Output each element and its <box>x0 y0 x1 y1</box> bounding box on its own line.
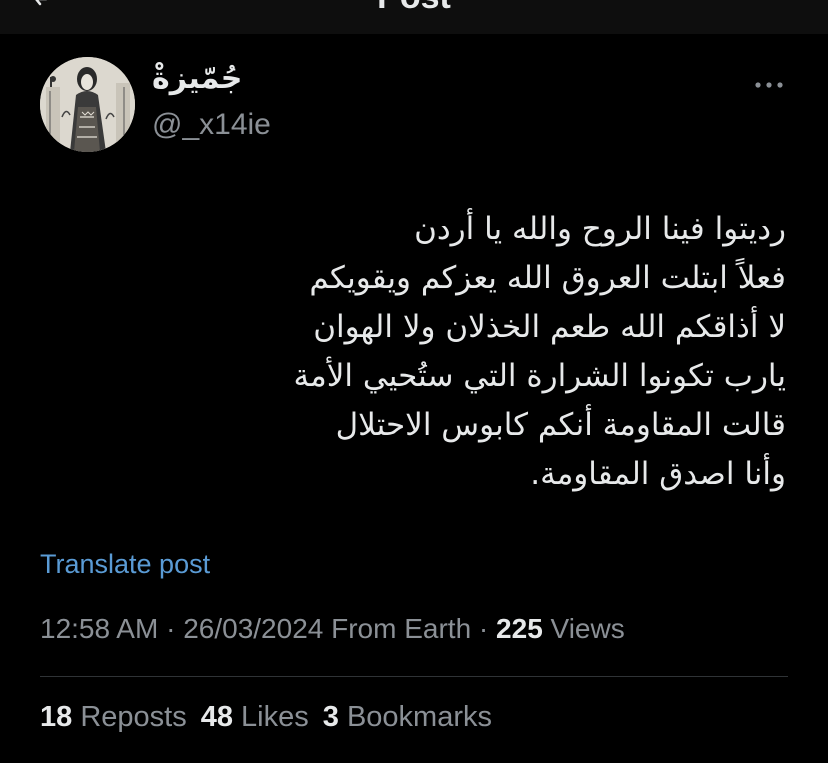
more-horizontal-icon[interactable] <box>753 80 785 90</box>
translate-post-link[interactable]: Translate post <box>40 551 210 578</box>
post-text: رديتوا فينا الروح والله يا أردن فعلاً اب… <box>293 211 786 492</box>
bookmarks-label: Bookmarks <box>338 701 492 733</box>
reposts-label: Reposts <box>72 701 187 733</box>
likes-count: 48 <box>200 701 233 733</box>
avatar[interactable] <box>40 57 135 152</box>
divider <box>40 676 788 677</box>
meta-separator: · <box>471 613 497 644</box>
bookmarks-stat[interactable]: 3 Bookmarks <box>323 701 492 733</box>
bookmarks-count: 3 <box>322 701 339 733</box>
author-display-name[interactable]: جُمّيزةْ <box>152 64 242 94</box>
reposts-stat[interactable]: 18 Reposts <box>40 701 187 733</box>
likes-stat[interactable]: 48 Likes <box>201 701 309 733</box>
author-handle[interactable]: @_x14ie <box>152 110 271 140</box>
meta-separator: · <box>158 613 184 644</box>
engagement-stats: 18 Reposts 48 Likes 3 Bookmarks <box>40 703 506 732</box>
views-count: 225 <box>496 613 543 644</box>
reposts-count: 18 <box>40 701 73 733</box>
post-location: From Earth <box>323 613 472 644</box>
likes-label: Likes <box>232 701 309 733</box>
post-metadata: 12:58 AM · 26/03/2024 From Earth · 225 V… <box>40 615 625 643</box>
post-time[interactable]: 12:58 AM <box>40 613 158 644</box>
avatar-illustration-icon <box>40 57 135 152</box>
post-date[interactable]: 26/03/2024 <box>183 613 323 644</box>
views-label: Views <box>542 613 625 644</box>
top-bar: Post <box>0 0 828 34</box>
page-title: Post <box>0 0 828 17</box>
